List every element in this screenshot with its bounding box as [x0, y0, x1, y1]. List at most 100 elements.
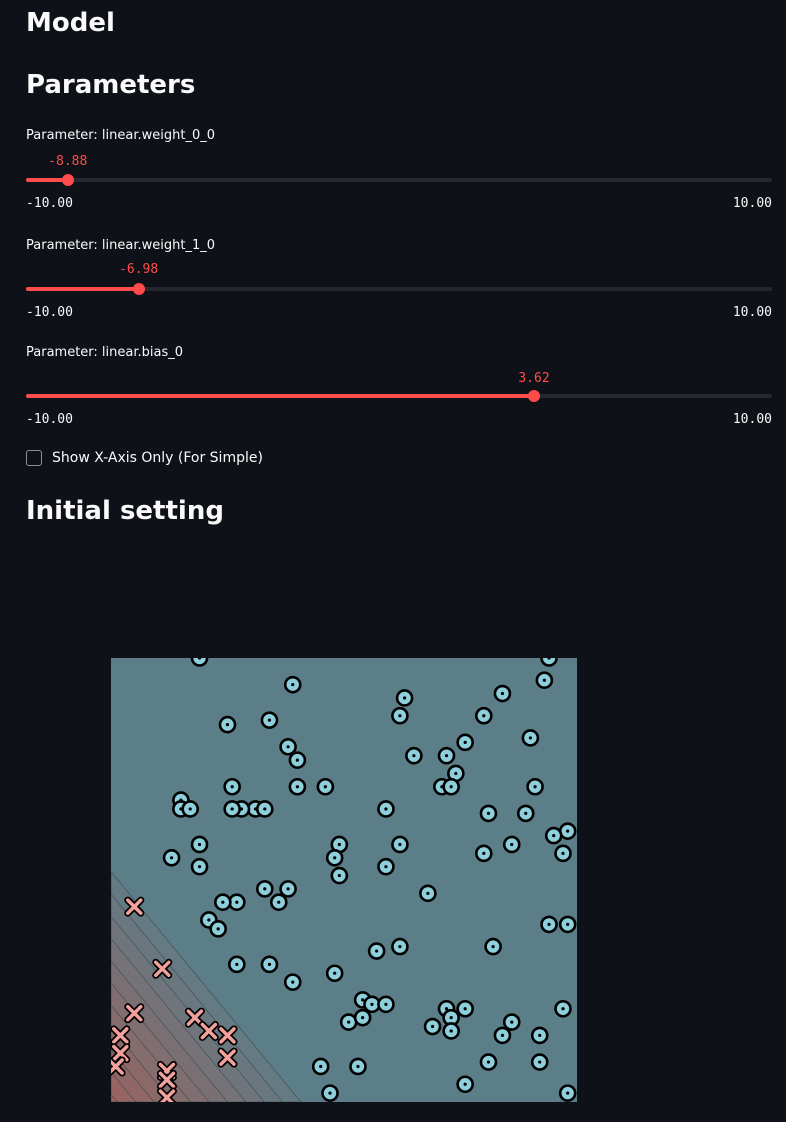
- slider-track[interactable]: [26, 283, 772, 295]
- data-point-center: [486, 811, 491, 815]
- data-point-center: [375, 949, 379, 953]
- checkbox-box[interactable]: [26, 450, 42, 466]
- slider-weight-0-0[interactable]: Parameter: linear.weight_0_0 -8.88 -10.0…: [26, 128, 772, 213]
- data-point-center: [291, 980, 295, 984]
- data-point-center: [169, 856, 174, 860]
- data-point-center: [333, 971, 337, 975]
- data-point-center: [347, 1020, 351, 1024]
- data-point-center: [412, 754, 416, 758]
- initial-setting-heading: Initial setting: [26, 496, 224, 526]
- plot-area: [111, 658, 577, 1102]
- data-point-center: [286, 745, 290, 749]
- slider-value: -6.98: [119, 262, 159, 277]
- data-point-center: [524, 811, 528, 815]
- data-point-center: [463, 1007, 467, 1011]
- slider-track[interactable]: [26, 390, 772, 402]
- data-point-center: [384, 1002, 388, 1006]
- data-point-center: [216, 927, 220, 931]
- model-heading: Model: [26, 8, 115, 38]
- slider-label: Parameter: linear.weight_0_0: [26, 128, 216, 143]
- data-point-center: [454, 771, 458, 776]
- data-point-center: [277, 900, 281, 904]
- slider-thumb[interactable]: [61, 174, 74, 186]
- data-point-center: [337, 873, 341, 878]
- decision-boundary-plot: [111, 658, 577, 1102]
- data-point-center: [430, 1024, 435, 1029]
- data-point-center: [267, 718, 272, 722]
- slider-thumb[interactable]: [132, 283, 145, 295]
- slider-min: -10.00: [26, 196, 73, 211]
- data-point-center: [235, 900, 239, 904]
- data-point-center: [566, 829, 570, 833]
- data-point-center: [235, 962, 239, 966]
- data-point-center: [197, 842, 202, 847]
- data-point-center: [384, 807, 388, 811]
- checkbox-label: Show X-Axis Only (For Simple): [52, 450, 263, 466]
- data-point-center: [538, 1060, 542, 1064]
- data-point-center: [207, 918, 211, 922]
- data-point-center: [566, 1091, 570, 1095]
- data-point-center: [500, 691, 505, 696]
- slider-track[interactable]: [26, 174, 772, 186]
- data-point-center: [361, 1016, 365, 1020]
- data-point-center: [361, 998, 365, 1002]
- data-point-center: [295, 785, 299, 789]
- slider-max: 10.00: [732, 412, 772, 427]
- data-point-center: [356, 1064, 360, 1069]
- data-point-center: [291, 683, 295, 687]
- data-point-center: [542, 678, 546, 682]
- data-point-center: [463, 1082, 467, 1086]
- data-point-center: [188, 807, 192, 811]
- data-point-center: [538, 1033, 542, 1037]
- data-point-center: [552, 834, 556, 838]
- plot-svg: [111, 658, 577, 1102]
- data-point-center: [528, 736, 532, 740]
- slider-label: Parameter: linear.weight_1_0: [26, 238, 216, 253]
- data-point-center: [263, 807, 267, 811]
- parameters-heading: Parameters: [26, 70, 196, 100]
- data-point-center: [225, 723, 230, 727]
- data-point-center: [230, 807, 234, 811]
- data-point-center: [566, 922, 570, 926]
- data-point-center: [328, 1091, 332, 1095]
- data-point-center: [533, 785, 537, 789]
- slider-label: Parameter: linear.bias_0: [26, 345, 184, 360]
- data-point-center: [230, 785, 234, 789]
- slider-max: 10.00: [732, 196, 772, 211]
- slider-min: -10.00: [26, 412, 73, 427]
- data-point-center: [510, 1020, 514, 1024]
- slider-max: 10.00: [732, 305, 772, 320]
- data-point-center: [449, 1016, 453, 1020]
- slider-bias-0[interactable]: Parameter: linear.bias_0 3.62 -10.00 10.…: [26, 345, 772, 430]
- data-point-center: [370, 1002, 374, 1006]
- data-point-center: [398, 714, 402, 718]
- data-point-center: [402, 696, 407, 700]
- data-point-center: [398, 842, 402, 847]
- slider-value: 3.62: [518, 371, 550, 386]
- data-point-center: [547, 922, 551, 926]
- data-point-center: [295, 758, 299, 762]
- data-point-center: [491, 945, 495, 949]
- slider-fill: [26, 287, 139, 291]
- data-point-center: [221, 900, 225, 904]
- slider-thumb[interactable]: [528, 390, 541, 402]
- data-point-center: [449, 1029, 453, 1033]
- data-point-center: [337, 842, 341, 847]
- show-x-axis-checkbox[interactable]: Show X-Axis Only (For Simple): [26, 450, 263, 466]
- data-point-center: [384, 865, 388, 869]
- data-point-center: [197, 865, 202, 869]
- data-point-center: [333, 856, 337, 860]
- slider-min: -10.00: [26, 305, 73, 320]
- slider-fill: [26, 394, 535, 398]
- data-point-center: [398, 945, 402, 949]
- data-point-center: [482, 851, 486, 855]
- data-point-center: [426, 891, 430, 895]
- data-point-center: [444, 754, 449, 758]
- data-point-center: [561, 851, 565, 855]
- data-point-center: [449, 785, 453, 789]
- slider-weight-1-0[interactable]: Parameter: linear.weight_1_0 -6.98 -10.0…: [26, 238, 772, 323]
- data-point-center: [323, 785, 327, 789]
- data-point-center: [263, 887, 267, 891]
- data-point-center: [482, 714, 486, 718]
- slider-value: -8.88: [48, 154, 88, 169]
